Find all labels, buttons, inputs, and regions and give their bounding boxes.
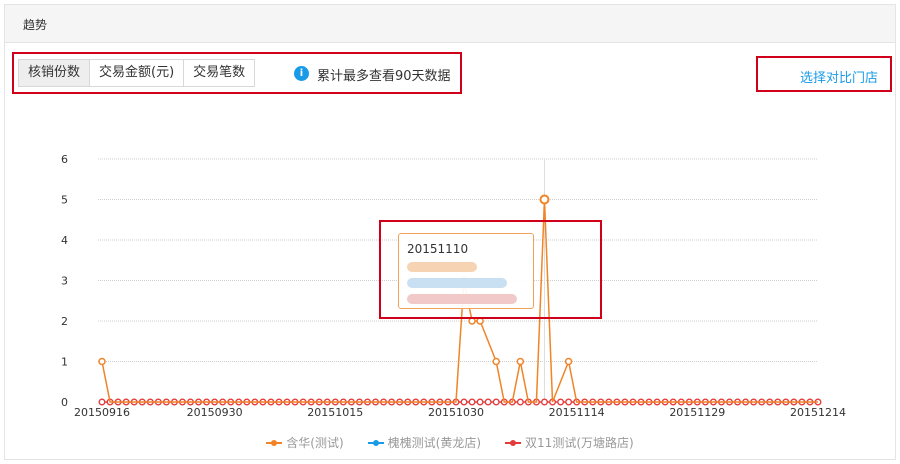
tooltip-row-blurred <box>407 262 477 272</box>
tooltip-title: 20151110 <box>407 242 469 256</box>
chart-legend: 含华(测试) 槐槐测试(黄龙店) 双11测试(万塘路店) <box>0 434 900 451</box>
data-point-orange <box>98 357 106 366</box>
y-tick-label: 2 <box>61 315 68 328</box>
legend-red-marker <box>505 438 522 448</box>
legend-blue-marker <box>367 438 384 448</box>
data-point-red <box>565 398 573 406</box>
data-point-red <box>516 398 524 406</box>
data-point-red <box>557 398 565 406</box>
data-point-orange-highlight <box>539 194 550 205</box>
legend-label: 含华(测试) <box>286 436 344 450</box>
data-point-red <box>484 398 492 406</box>
data-point-red <box>541 398 548 406</box>
y-tick-label: 4 <box>61 234 68 247</box>
y-tick-label: 0 <box>61 396 68 409</box>
legend-item-orange[interactable]: 含华(测试) <box>266 434 344 451</box>
data-point-orange <box>516 357 525 366</box>
data-point-orange <box>564 357 573 366</box>
x-tick-label: 20150930 <box>187 406 243 419</box>
legend-label: 双11测试(万塘路店) <box>525 436 634 450</box>
x-tick-label: 20151030 <box>428 406 484 419</box>
y-tick-label: 5 <box>61 194 68 207</box>
legend-label: 槐槐测试(黄龙店) <box>387 436 482 450</box>
chart-tooltip: 20151110 <box>398 233 534 309</box>
data-point-orange <box>492 357 500 366</box>
x-tick-label: 20151129 <box>669 406 725 419</box>
tooltip-row-blurred <box>407 294 517 304</box>
data-point-red <box>468 398 476 406</box>
legend-item-red[interactable]: 双11测试(万塘路店) <box>505 434 634 451</box>
x-tick-label: 20151214 <box>790 406 846 419</box>
y-tick-label: 6 <box>61 153 68 166</box>
x-tick-label: 20150916 <box>74 406 130 419</box>
legend-orange-marker <box>266 438 283 448</box>
data-point-red <box>476 398 484 406</box>
data-point-red <box>460 398 468 406</box>
x-tick-label: 20151114 <box>549 406 605 419</box>
data-point-red <box>492 398 500 406</box>
x-tick-label: 20151015 <box>307 406 363 419</box>
y-tick-label: 3 <box>61 275 68 288</box>
legend-item-blue[interactable]: 槐槐测试(黄龙店) <box>367 434 482 451</box>
data-point-red <box>98 398 106 406</box>
y-tick-label: 1 <box>61 356 68 369</box>
tooltip-row-blurred <box>407 278 507 288</box>
